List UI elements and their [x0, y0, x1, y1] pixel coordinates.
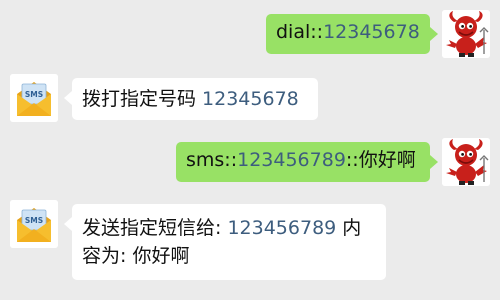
bubble-tail — [430, 155, 438, 169]
message-bubble-incoming[interactable]: 拨打指定号码 12345678 — [72, 78, 318, 120]
phone-number-link[interactable]: 12345678 — [323, 21, 420, 43]
sms-envelope-icon: SMS — [10, 200, 58, 248]
message-text-after-number: 内 — [336, 217, 362, 239]
contact-avatar[interactable]: SMS — [10, 200, 58, 248]
message-bubble-outgoing[interactable]: dial::12345678 — [266, 14, 430, 54]
user-avatar[interactable] — [442, 10, 490, 58]
message-prefix: sms:: — [186, 149, 238, 171]
bubble-tail — [430, 27, 438, 41]
message-text: 发送指定短信给: — [82, 217, 228, 239]
chat-thread: dial::12345678 SMS 拨打指定号码 12345678 sms::… — [0, 0, 500, 300]
avatar-label: SMS — [25, 90, 43, 99]
message-suffix: ::你好啊 — [345, 149, 416, 171]
sms-envelope-icon: SMS — [10, 74, 58, 122]
message-bubble-incoming[interactable]: 发送指定短信给: 123456789 内 容为: 你好啊 — [72, 204, 386, 280]
message-bubble-outgoing[interactable]: sms::123456789::你好啊 — [176, 142, 430, 182]
contact-avatar[interactable]: SMS — [10, 74, 58, 122]
phone-number-link[interactable]: 123456789 — [237, 149, 346, 171]
red-devil-mascot-icon — [442, 138, 490, 186]
message-line-1: 发送指定短信给: 123456789 内 — [82, 214, 376, 242]
message-prefix: dial:: — [276, 21, 324, 43]
bubble-tail — [64, 91, 72, 105]
phone-number-link[interactable]: 123456789 — [227, 217, 336, 239]
message-text: 拨打指定号码 — [82, 88, 203, 110]
avatar-label: SMS — [25, 216, 43, 225]
bubble-tail — [64, 217, 72, 231]
user-avatar[interactable] — [442, 138, 490, 186]
message-line-2: 容为: 你好啊 — [82, 245, 190, 267]
red-devil-mascot-icon — [442, 10, 490, 58]
phone-number-link[interactable]: 12345678 — [202, 88, 299, 110]
